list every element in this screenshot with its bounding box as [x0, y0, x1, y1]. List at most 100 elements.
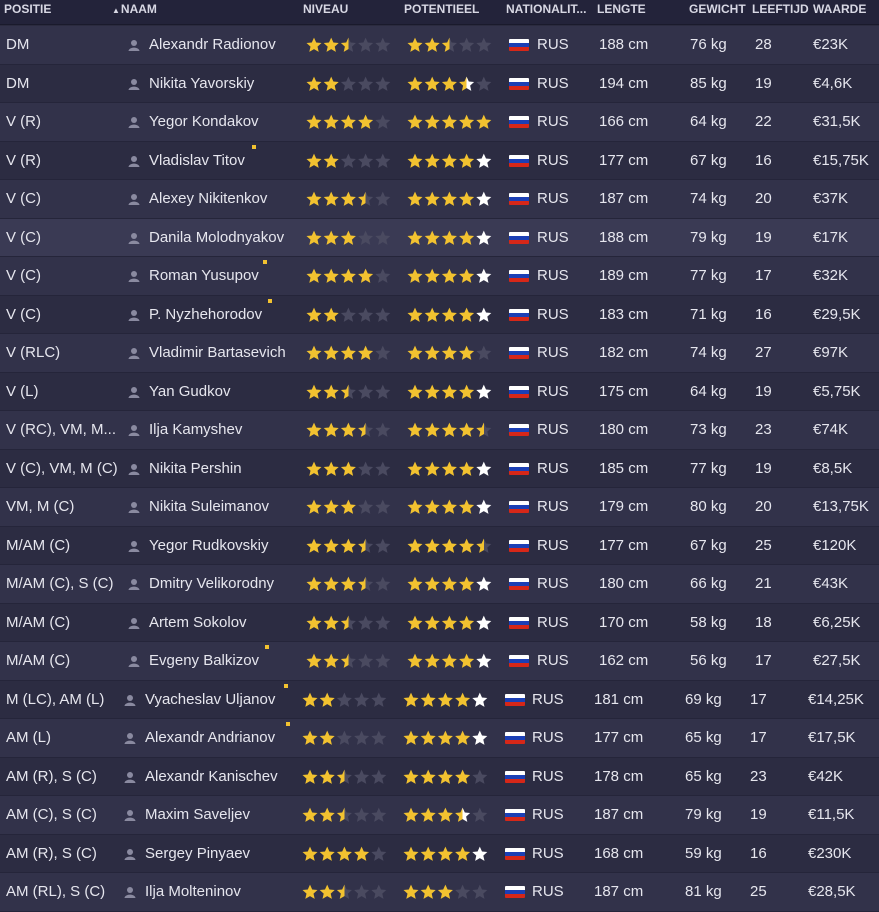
column-header-leeftijd[interactable]: LEEFTIJD [752, 2, 809, 16]
player-name[interactable]: Yegor Rudkovskiy [149, 537, 269, 554]
table-row[interactable]: AM (L) Alexandr Andrianov RUS 177 cm 65 kg 17… [0, 719, 879, 758]
new-marker-icon [265, 645, 269, 649]
star-icon [407, 37, 423, 52]
star-icon [340, 268, 356, 283]
player-name[interactable]: Vladislav Titov [149, 152, 245, 169]
star-icon [306, 422, 322, 437]
table-row[interactable]: M/AM (C) Evgeny Balkizov RUS 162 cm 56 kg 17 €… [0, 642, 879, 681]
potentieel-stars [407, 422, 492, 437]
star-icon [323, 461, 339, 476]
star-icon [375, 422, 391, 437]
player-name[interactable]: Ilja Kamyshev [149, 421, 242, 438]
player-name[interactable]: Ilja Molteninov [145, 883, 241, 900]
star-icon [323, 114, 339, 129]
table-row[interactable]: V (R) Yegor Kondakov RUS 166 cm 64 kg 22 €31,5… [0, 103, 879, 142]
player-name[interactable]: Alexey Nikitenkov [149, 190, 267, 207]
player-name[interactable]: Maxim Saveljev [145, 806, 250, 823]
column-header-waarde[interactable]: WAARDE [813, 2, 866, 16]
star-icon [371, 769, 387, 784]
column-header-nationaliteit[interactable]: NATIONALIT... [506, 2, 586, 16]
potentieel-rating [407, 422, 497, 438]
russia-flag-icon [509, 231, 529, 244]
player-name[interactable]: Alexandr Andrianov [145, 729, 275, 746]
player-name[interactable]: Vladimir Bartasevich [149, 344, 286, 361]
potentieel-rating [403, 769, 493, 785]
table-row[interactable]: AM (RL), S (C) Ilja Molteninov RUS 187 cm 81… [0, 873, 879, 912]
player-height: 185 cm [599, 459, 649, 477]
potentieel-rating [407, 576, 497, 592]
player-name[interactable]: Artem Sokolov [149, 614, 247, 631]
star-icon [306, 653, 322, 668]
player-name[interactable]: Nikita Yavorskiy [149, 75, 254, 92]
table-row[interactable]: V (L) Yan Gudkov RUS 175 cm 64 kg 19 €5,75K [0, 372, 879, 411]
player-value: €13,75K [813, 498, 869, 515]
table-row[interactable]: V (C) Roman Yusupov RUS 189 cm 77 kg 17 €32K [0, 257, 879, 296]
new-marker-icon [268, 298, 272, 303]
niveau-rating [306, 307, 396, 323]
star-icon [437, 807, 453, 822]
table-row[interactable]: AM (C), S (C) Maxim Saveljev RUS 187 cm 79 k… [0, 796, 879, 835]
player-name[interactable]: Sergey Pinyaev [145, 845, 250, 862]
niveau-rating [302, 692, 392, 708]
table-row[interactable]: DM Alexandr Radionov RUS 188 cm 76 kg 28 €23K [0, 26, 879, 65]
table-row[interactable]: V (RLC) Vladimir Bartasevich RUS 182 cm 74 k… [0, 334, 879, 373]
table-row[interactable]: V (C) Alexey Nikitenkov RUS 187 cm 74 kg 20 €3… [0, 180, 879, 219]
table-row[interactable]: M/AM (C) Yegor Rudkovskiy RUS 177 cm 67 kg 25… [0, 526, 879, 565]
column-header-potentieel[interactable]: POTENTIEEL [404, 2, 479, 16]
player-name[interactable]: Dmitry Velikorodny [149, 575, 274, 592]
person-icon [124, 847, 136, 860]
column-header-niveau[interactable]: NIVEAU [303, 2, 348, 16]
star-icon [407, 230, 423, 245]
player-position: M/AM (C) [6, 613, 71, 631]
table-row[interactable]: V (RC), VM, M... Ilja Kamyshev RUS 180 cm 73… [0, 411, 879, 450]
star-icon [455, 730, 471, 745]
column-header-positie[interactable]: POSITIE [4, 2, 51, 16]
potentieel-rating [407, 615, 497, 631]
player-name[interactable]: Nikita Suleimanov [149, 498, 269, 515]
player-name[interactable]: Roman Yusupov [149, 267, 259, 284]
star-icon [459, 37, 475, 52]
player-name[interactable]: Evgeny Balkizov [149, 652, 259, 669]
player-name[interactable]: Nikita Pershin [149, 460, 242, 477]
niveau-rating [302, 769, 392, 785]
star-icon [375, 114, 391, 129]
potentieel-rating [407, 76, 497, 92]
table-row[interactable]: V (C), VM, M (C) Nikita Pershin RUS 185 cm 7… [0, 449, 879, 488]
player-name[interactable]: Alexandr Radionov [149, 36, 276, 53]
niveau-rating [306, 268, 396, 284]
table-row[interactable]: V (C) Danila Molodnyakov RUS 188 cm 79 kg 19 €… [0, 218, 879, 257]
table-row[interactable]: V (R) Vladislav Titov RUS 177 cm 67 kg 16 €15,… [0, 141, 879, 180]
person-icon [128, 654, 140, 667]
star-icon [472, 769, 488, 784]
player-value: €4,6K [813, 74, 853, 92]
player-name[interactable]: Alexandr Kanischev [145, 768, 278, 785]
table-row[interactable]: V (C) P. Nyzhehorodov RUS 183 cm 71 kg 16 €29,… [0, 295, 879, 334]
player-name[interactable]: Yegor Kondakov [149, 113, 259, 130]
russia-flag-icon [505, 809, 525, 821]
player-name[interactable]: P. Nyzhehorodov [149, 306, 262, 323]
star-icon [476, 191, 492, 206]
squad-table: POSITIE ▲NAAM NIVEAU POTENTIEEL NATIONAL… [0, 0, 879, 912]
star-icon [302, 807, 318, 822]
player-name[interactable]: Vyacheslav Uljanov [145, 691, 275, 708]
player-name[interactable]: Yan Gudkov [149, 383, 230, 400]
table-row[interactable]: M/AM (C) Artem Sokolov RUS 170 cm 58 kg 18 €6,… [0, 603, 879, 642]
russia-flag-icon [505, 693, 525, 706]
person-icon [124, 808, 136, 821]
table-row[interactable]: VM, M (C) Nikita Suleimanov RUS 179 cm 80 kg… [0, 488, 879, 527]
table-row[interactable]: M/AM (C), S (C) Dmitry Velikorodny RUS 180 … [0, 565, 879, 604]
column-header-lengte[interactable]: LENGTE [597, 2, 646, 16]
star-icon [336, 846, 352, 861]
table-row[interactable]: AM (R), S (C) Alexandr Kanischev RUS 178 cm… [0, 757, 879, 796]
star-icon [375, 268, 391, 283]
star-icon [354, 807, 370, 822]
russia-flag-icon [505, 847, 525, 860]
table-row[interactable]: DM Nikita Yavorskiy RUS 194 cm 85 kg 19 €4,6K [0, 64, 879, 103]
column-header-gewicht[interactable]: GEWICHT [689, 2, 746, 16]
table-row[interactable]: M (LC), AM (L) Vyacheslav Uljanov RUS 181 c… [0, 680, 879, 719]
table-row[interactable]: AM (R), S (C) Sergey Pinyaev RUS 168 cm 59 k… [0, 834, 879, 873]
new-marker-icon [252, 144, 256, 149]
player-name[interactable]: Danila Molodnyakov [149, 229, 284, 246]
star-icon [354, 846, 370, 861]
column-header-naam[interactable]: ▲NAAM [112, 2, 157, 16]
